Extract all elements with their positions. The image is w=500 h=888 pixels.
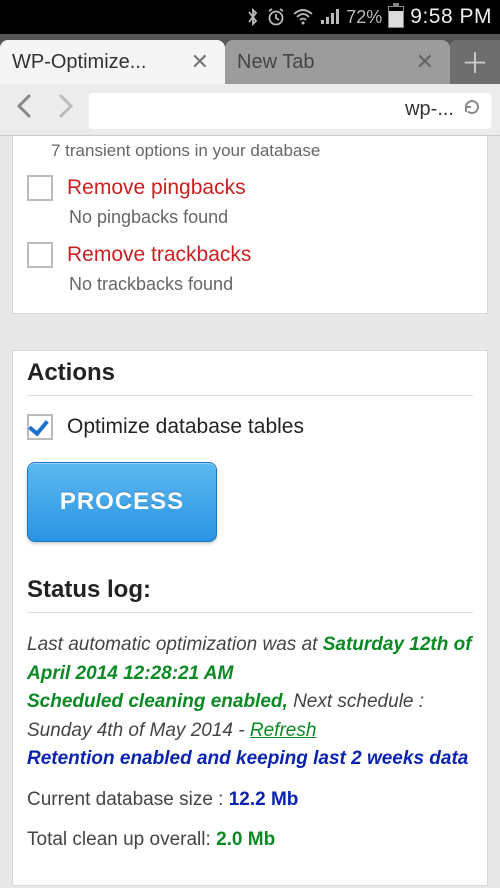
battery-percentage: 72% [346,7,382,28]
button-label: PROCESS [60,488,184,516]
tab-active[interactable]: WP-Optimize... ✕ [0,40,225,84]
option-sub: No trackbacks found [69,274,473,295]
checkbox-unchecked[interactable] [27,175,53,201]
refresh-link[interactable]: Refresh [250,720,317,741]
option-label: Optimize database tables [67,415,304,439]
log-cleanup-total: Total clean up overall: 2.0 Mb [27,826,473,855]
wifi-icon [292,8,314,26]
bluetooth-icon [246,7,260,27]
statuslog-heading: Status log: [27,576,473,613]
url-text: wp-... [98,98,454,121]
alarm-icon [266,7,286,27]
browser-nav-bar: wp-... [0,84,500,136]
tab-title: WP-Optimize... [12,51,146,74]
reload-icon[interactable] [462,97,482,122]
battery-icon [388,6,404,28]
checkbox-checked[interactable] [27,414,53,440]
option-remove-trackbacks[interactable]: Remove trackbacks [27,242,473,268]
browser-tab-strip: WP-Optimize... ✕ New Tab ✕ ＋ [0,34,500,84]
log-schedule: Scheduled cleaning enabled, Next schedul… [27,688,473,745]
new-tab-button[interactable]: ＋ [450,40,500,84]
option-remove-pingbacks[interactable]: Remove pingbacks [27,175,473,201]
option-label: Remove pingbacks [67,176,246,200]
option-optimize-tables[interactable]: Optimize database tables [27,414,473,440]
close-icon[interactable]: ✕ [187,49,213,75]
log-db-size: Current database size : 12.2 Mb [27,786,473,815]
tab-title: New Tab [237,51,314,74]
actions-heading: Actions [27,359,473,396]
log-retention: Retention enabled and keeping last 2 wee… [27,745,473,774]
close-icon[interactable]: ✕ [412,49,438,75]
android-status-bar: 72% 9:58 PM [0,0,500,34]
checkbox-unchecked[interactable] [27,242,53,268]
transient-note: 7 transient options in your database [51,141,473,161]
plus-icon: ＋ [461,42,489,82]
cell-signal-icon [320,8,340,26]
forward-button[interactable] [48,92,82,127]
url-bar[interactable]: wp-... [88,91,492,129]
option-sub: No pingbacks found [69,207,473,228]
page-content: 7 transient options in your database Rem… [0,136,500,888]
status-log: Last automatic optimization was at Satur… [27,631,473,855]
option-label: Remove trackbacks [67,243,251,267]
back-button[interactable] [8,92,42,127]
process-button[interactable]: PROCESS [27,462,217,542]
log-last-auto: Last automatic optimization was at Satur… [27,631,473,688]
actions-card: Actions Optimize database tables PROCESS… [12,350,488,886]
tab-inactive[interactable]: New Tab ✕ [225,40,450,84]
clock-time: 9:58 PM [410,5,492,29]
options-card: 7 transient options in your database Rem… [12,136,488,314]
